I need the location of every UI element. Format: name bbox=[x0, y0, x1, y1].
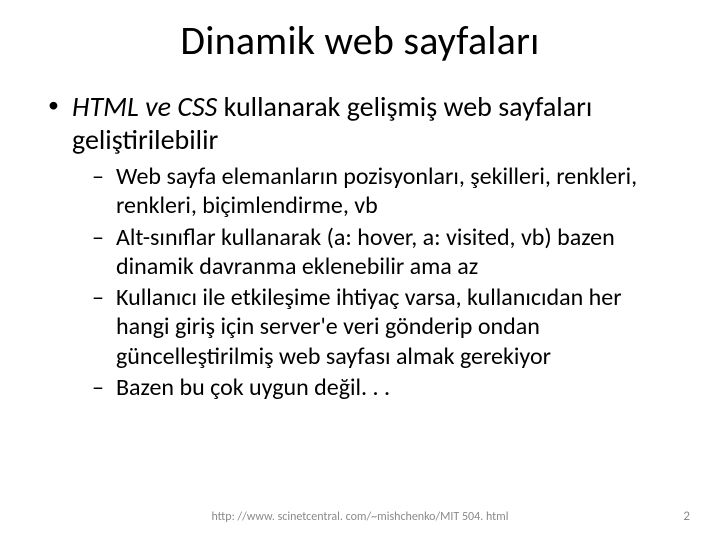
slide: Dinamik web sayfaları HTML ve CSS kullan… bbox=[0, 0, 720, 540]
slide-body: HTML ve CSS kullanarak gelişmiş web sayf… bbox=[46, 90, 674, 412]
bullet-emph: HTML ve CSS bbox=[72, 89, 217, 124]
footer-url: http: //www. scinetcentral. com/~mishche… bbox=[0, 510, 720, 524]
sub-bullet-item: Alt-sınıflar kullanarak (a: hover, a: vi… bbox=[90, 223, 674, 282]
page-number: 2 bbox=[683, 509, 690, 524]
sub-bullet-item: Kullanıcı ile etkileşime ihtiyaç varsa, … bbox=[90, 283, 674, 371]
bullet-list-level2: Web sayfa elemanların pozisyonları, şeki… bbox=[72, 162, 674, 402]
bullet-item: HTML ve CSS kullanarak gelişmiş web sayf… bbox=[46, 90, 674, 402]
slide-title: Dinamik web sayfaları bbox=[0, 16, 720, 65]
bullet-list-level1: HTML ve CSS kullanarak gelişmiş web sayf… bbox=[46, 90, 674, 402]
sub-bullet-item: Web sayfa elemanların pozisyonları, şeki… bbox=[90, 162, 674, 221]
sub-bullet-item: Bazen bu çok uygun değil. . . bbox=[90, 373, 674, 402]
